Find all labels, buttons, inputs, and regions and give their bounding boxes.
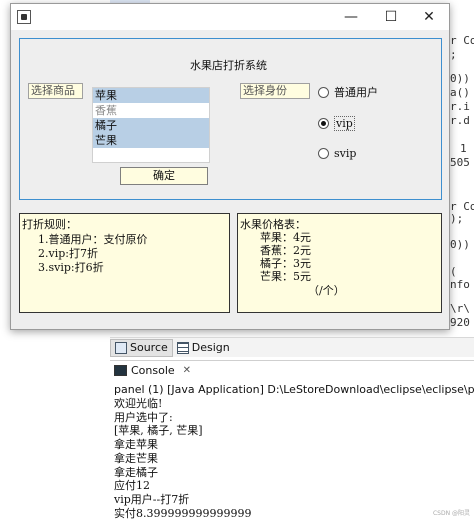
code-frag: 1 bbox=[460, 142, 467, 155]
radio-vip[interactable]: vip bbox=[318, 116, 355, 131]
code-frag: 920 bbox=[450, 316, 470, 329]
radio-label: svip bbox=[334, 147, 357, 160]
console-line: 实付8.399999999999999 bbox=[114, 506, 252, 520]
radio-unchecked-icon[interactable] bbox=[318, 86, 329, 98]
radio-normal-user[interactable]: 普通用户 bbox=[318, 84, 378, 100]
radio-svip[interactable]: svip bbox=[318, 147, 356, 160]
title-bar[interactable]: — ☐ ✕ bbox=[11, 4, 449, 30]
confirm-button[interactable]: 确定 bbox=[120, 167, 208, 185]
console-line: 应付12 bbox=[114, 479, 150, 493]
console-line: [苹果, 橘子, 芒果] bbox=[114, 424, 203, 438]
identity-label-field: 选择身份 bbox=[240, 83, 310, 99]
code-frag: 505 bbox=[450, 156, 470, 169]
list-item-mango[interactable]: 芒果 bbox=[93, 133, 209, 148]
java-app-icon bbox=[17, 10, 31, 24]
console-view: Console ✕ panel (1) [Java Application] D… bbox=[110, 360, 474, 520]
screen: r Co ; 0)) a() r.i r.d 1 505 r Co ); 0))… bbox=[0, 0, 474, 520]
editor-tab-bar: Source Design bbox=[110, 337, 474, 357]
console-line: 欢迎光临! bbox=[114, 397, 163, 410]
fruit-shop-window: — ☐ ✕ 水果店打折系统 选择商品 苹果 香蕉 橘子 芒果 确定 选择身份 普… bbox=[10, 3, 450, 330]
source-icon bbox=[115, 341, 127, 354]
list-item-apple[interactable]: 苹果 bbox=[93, 88, 209, 103]
tab-design[interactable]: Design bbox=[173, 339, 234, 357]
tab-console[interactable]: Console ✕ bbox=[114, 364, 191, 377]
price-unit: （/个） bbox=[308, 284, 345, 297]
rule-line: 3.svip:打6折 bbox=[38, 261, 104, 274]
price-line: 芒果：5元 bbox=[260, 270, 311, 283]
list-item-banana[interactable]: 香蕉 bbox=[93, 103, 209, 118]
code-frag: 0)) bbox=[450, 238, 470, 251]
console-line: 用户选中了: bbox=[114, 410, 173, 424]
rules-title: 打折规则： bbox=[22, 218, 77, 231]
close-icon[interactable]: ✕ bbox=[183, 365, 191, 376]
maximize-button[interactable]: ☐ bbox=[371, 4, 411, 30]
console-line: 拿走橘子 bbox=[114, 465, 158, 479]
code-frag: 0)) bbox=[450, 72, 470, 85]
tab-label: Console bbox=[131, 364, 175, 377]
console-output: 欢迎光临! 用户选中了: [苹果, 橘子, 芒果] 拿走苹果 拿走芒果 拿走橘子… bbox=[114, 397, 251, 520]
code-frag: \r\ bbox=[450, 302, 470, 315]
design-icon bbox=[176, 341, 189, 354]
code-frag: ); bbox=[450, 212, 464, 225]
console-line: 拿走芒果 bbox=[114, 451, 158, 465]
code-frag: a() bbox=[450, 86, 470, 99]
code-frag: r.d bbox=[450, 114, 470, 127]
console-line: 拿走苹果 bbox=[114, 438, 158, 452]
code-frag: ; bbox=[450, 48, 457, 61]
tab-label: Source bbox=[130, 341, 168, 354]
page-title: 水果店打折系统 bbox=[190, 59, 267, 72]
radio-label: 普通用户 bbox=[334, 86, 378, 99]
code-frag: ( bbox=[450, 265, 457, 278]
code-frag: r.i bbox=[450, 100, 470, 113]
watermark: CSDN @阳灵 bbox=[432, 510, 470, 517]
editor-code-fragment: r Co ; 0)) a() r.i r.d 1 505 r Co ); 0))… bbox=[448, 0, 474, 335]
console-icon bbox=[114, 365, 127, 376]
console-line: vip用户--打7折 bbox=[114, 492, 190, 506]
tab-source[interactable]: Source bbox=[110, 338, 173, 357]
list-item-orange[interactable]: 橘子 bbox=[93, 118, 209, 133]
code-frag: r Co bbox=[450, 34, 474, 47]
price-table-panel: 水果价格表： 苹果：4元 香蕉：2元 橘子：3元 芒果：5元 （/个） bbox=[237, 213, 442, 313]
radio-unchecked-icon[interactable] bbox=[318, 148, 329, 159]
console-header: panel (1) [Java Application] D:\LeStoreD… bbox=[114, 383, 474, 396]
goods-label-field: 选择商品 bbox=[28, 83, 83, 99]
close-button[interactable]: ✕ bbox=[409, 4, 449, 30]
fruit-list[interactable]: 苹果 香蕉 橘子 芒果 bbox=[92, 87, 210, 163]
radio-label: vip bbox=[334, 116, 355, 131]
radio-checked-icon[interactable] bbox=[318, 118, 329, 129]
minimize-button[interactable]: — bbox=[331, 4, 371, 30]
tab-label: Design bbox=[191, 341, 230, 354]
discount-rules-panel: 打折规则： 1.普通用户：支付原价 2.vip:打7折 3.svip:打6折 bbox=[19, 213, 230, 313]
selection-panel: 水果店打折系统 选择商品 苹果 香蕉 橘子 芒果 确定 选择身份 普通用户 vi… bbox=[19, 38, 442, 200]
code-frag: nfo bbox=[450, 278, 470, 291]
